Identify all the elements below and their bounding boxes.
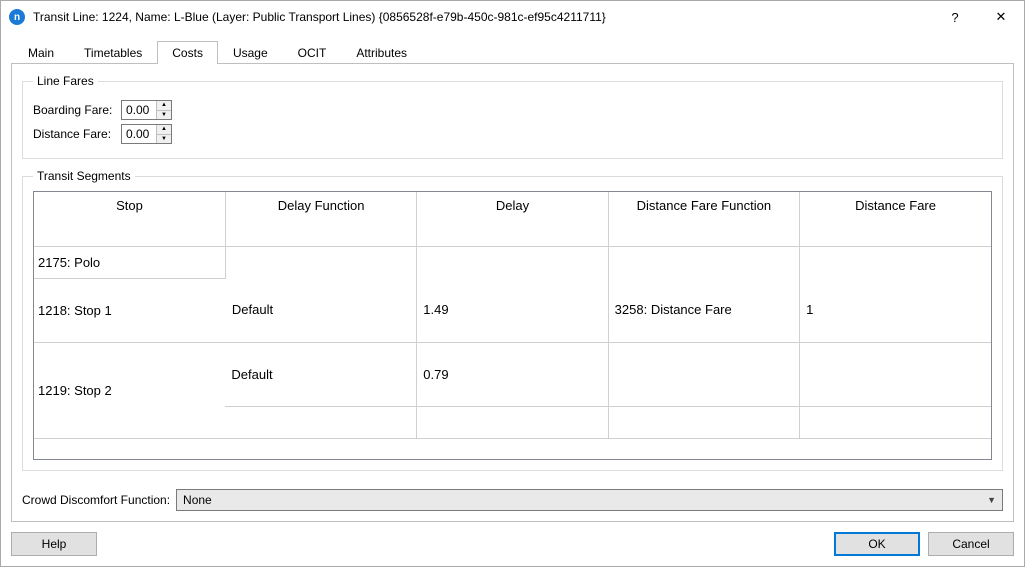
segments-header-row: Stop Delay Function Delay Distance Fare … xyxy=(34,192,991,246)
distance-fare-row: Distance Fare: ▲ ▼ xyxy=(33,124,992,144)
distance-fare-cell[interactable] xyxy=(800,342,991,406)
distance-fare-function-cell[interactable] xyxy=(608,342,799,406)
col-distance-fare-function[interactable]: Distance Fare Function xyxy=(608,192,799,246)
col-delay-function[interactable]: Delay Function xyxy=(225,192,416,246)
crowd-discomfort-row: Crowd Discomfort Function: None ▼ xyxy=(22,489,1003,511)
boarding-fare-label: Boarding Fare: xyxy=(33,103,117,117)
crowd-discomfort-value: None xyxy=(183,493,212,507)
distance-fare-function-cell[interactable] xyxy=(608,406,799,438)
delay-function-cell[interactable]: Default xyxy=(225,278,416,342)
crowd-discomfort-label: Crowd Discomfort Function: xyxy=(22,493,170,507)
stop-cell[interactable]: 2175: Polo xyxy=(34,246,225,278)
distance-fare-cell[interactable]: 1 xyxy=(800,278,991,342)
line-fares-group: Line Fares Boarding Fare: ▲ ▼ Distance F… xyxy=(22,74,1003,159)
boarding-fare-steppers[interactable]: ▲ ▼ xyxy=(156,101,171,119)
col-stop[interactable]: Stop xyxy=(34,192,225,246)
spin-up-icon[interactable]: ▲ xyxy=(157,125,171,135)
stop-cell[interactable]: 1219: Stop 2 xyxy=(34,342,225,438)
title-bar: n Transit Line: 1224, Name: L-Blue (Laye… xyxy=(1,1,1024,33)
delay-cell[interactable]: 1.49 xyxy=(417,278,608,342)
tab-main[interactable]: Main xyxy=(13,41,69,64)
tab-attributes[interactable]: Attributes xyxy=(341,41,422,64)
delay-cell[interactable]: 0.79 xyxy=(417,342,608,406)
distance-fare-input[interactable] xyxy=(122,125,156,143)
titlebar-help-button[interactable]: ? xyxy=(932,1,978,33)
segments-table: Stop Delay Function Delay Distance Fare … xyxy=(34,192,991,439)
tab-costs[interactable]: Costs xyxy=(157,41,218,64)
segments-gap-cell xyxy=(608,246,799,278)
tab-bar: Main Timetables Costs Usage OCIT Attribu… xyxy=(11,39,1014,63)
transit-segments-legend: Transit Segments xyxy=(33,169,135,183)
tab-timetables[interactable]: Timetables xyxy=(69,41,157,64)
tab-usage[interactable]: Usage xyxy=(218,41,283,64)
spin-up-icon[interactable]: ▲ xyxy=(157,101,171,111)
window-title: Transit Line: 1224, Name: L-Blue (Layer:… xyxy=(33,10,932,24)
distance-fare-steppers[interactable]: ▲ ▼ xyxy=(156,125,171,143)
crowd-discomfort-select[interactable]: None ▼ xyxy=(176,489,1003,511)
distance-fare-cell[interactable] xyxy=(800,406,991,438)
chevron-down-icon: ▼ xyxy=(987,495,996,505)
cancel-button[interactable]: Cancel xyxy=(928,532,1014,556)
boarding-fare-spinner[interactable]: ▲ ▼ xyxy=(121,100,172,120)
tab-ocit[interactable]: OCIT xyxy=(283,41,342,64)
spin-down-icon[interactable]: ▼ xyxy=(157,135,171,144)
app-icon: n xyxy=(9,9,25,25)
line-fares-legend: Line Fares xyxy=(33,74,98,88)
spin-down-icon[interactable]: ▼ xyxy=(157,111,171,120)
segments-gap-cell xyxy=(417,246,608,278)
distance-fare-label: Distance Fare: xyxy=(33,127,117,141)
help-button[interactable]: Help xyxy=(11,532,97,556)
col-distance-fare[interactable]: Distance Fare xyxy=(800,192,991,246)
boarding-fare-row: Boarding Fare: ▲ ▼ xyxy=(33,100,992,120)
col-delay[interactable]: Delay xyxy=(417,192,608,246)
dialog-button-row: Help OK Cancel xyxy=(11,532,1014,556)
distance-fare-spinner[interactable]: ▲ ▼ xyxy=(121,124,172,144)
client-area: Main Timetables Costs Usage OCIT Attribu… xyxy=(1,33,1024,566)
delay-function-cell[interactable] xyxy=(225,406,416,438)
transit-segments-group: Transit Segments Stop xyxy=(22,169,1003,471)
segments-gap-cell xyxy=(225,246,416,278)
titlebar-close-button[interactable]: ✕ xyxy=(978,1,1024,33)
ok-button[interactable]: OK xyxy=(834,532,920,556)
stop-cell[interactable]: 1218: Stop 1 xyxy=(34,278,225,342)
dialog-window: n Transit Line: 1224, Name: L-Blue (Laye… xyxy=(0,0,1025,567)
delay-function-cell[interactable]: Default xyxy=(225,342,416,406)
boarding-fare-input[interactable] xyxy=(122,101,156,119)
delay-cell[interactable] xyxy=(417,406,608,438)
distance-fare-function-cell[interactable]: 3258: Distance Fare xyxy=(608,278,799,342)
segments-gap-cell xyxy=(800,246,991,278)
segments-table-container: Stop Delay Function Delay Distance Fare … xyxy=(33,191,992,460)
tab-panel-costs: Line Fares Boarding Fare: ▲ ▼ Distance F… xyxy=(11,63,1014,522)
